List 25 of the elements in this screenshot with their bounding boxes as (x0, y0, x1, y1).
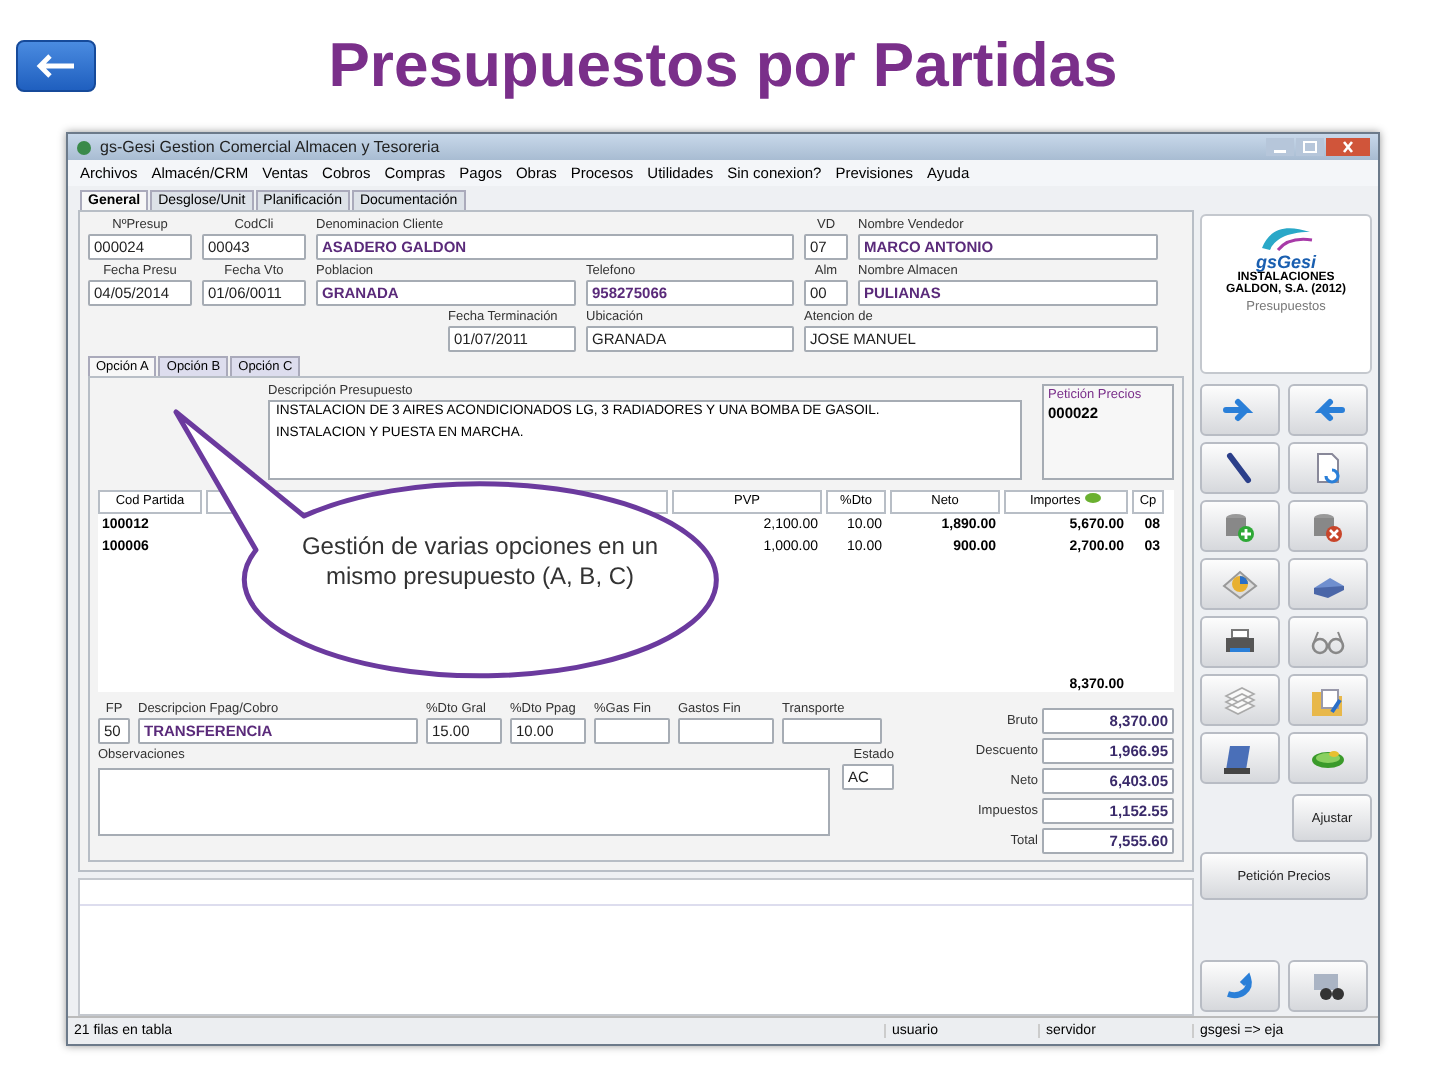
logo-swoosh-icon (1258, 224, 1314, 252)
input-field[interactable] (678, 718, 774, 744)
back-button[interactable] (16, 40, 96, 92)
database-add-icon (1220, 510, 1260, 542)
observations-field[interactable] (98, 768, 830, 836)
chart-icon (1220, 568, 1260, 600)
toolbar-button[interactable] (1288, 558, 1368, 610)
window-title: gs-Gesi Gestion Comercial Almacen y Tesoreria (100, 138, 442, 156)
database-delete-icon (1308, 510, 1348, 542)
input-field[interactable] (594, 718, 670, 744)
toolbar-button[interactable] (1200, 616, 1280, 668)
printer-icon (1220, 626, 1260, 658)
app-icon (76, 139, 92, 155)
coins-icon (1084, 492, 1103, 504)
toolbar-button[interactable] (1200, 442, 1280, 494)
papers-icon (1220, 684, 1260, 716)
glasses-icon (1308, 626, 1348, 658)
input-field[interactable] (782, 718, 882, 744)
close-icon[interactable] (1326, 138, 1370, 156)
toolbar-button[interactable] (1200, 732, 1280, 784)
toolbar-button[interactable] (1288, 960, 1368, 1012)
slide-title: Presupuestos por Partidas (326, 30, 1120, 102)
arrow-left-icon (34, 54, 78, 78)
folder-icon (1308, 684, 1348, 716)
callout-text: Gestión de varias opciones en un mismo presupuesto (A, B, C) (300, 532, 660, 592)
